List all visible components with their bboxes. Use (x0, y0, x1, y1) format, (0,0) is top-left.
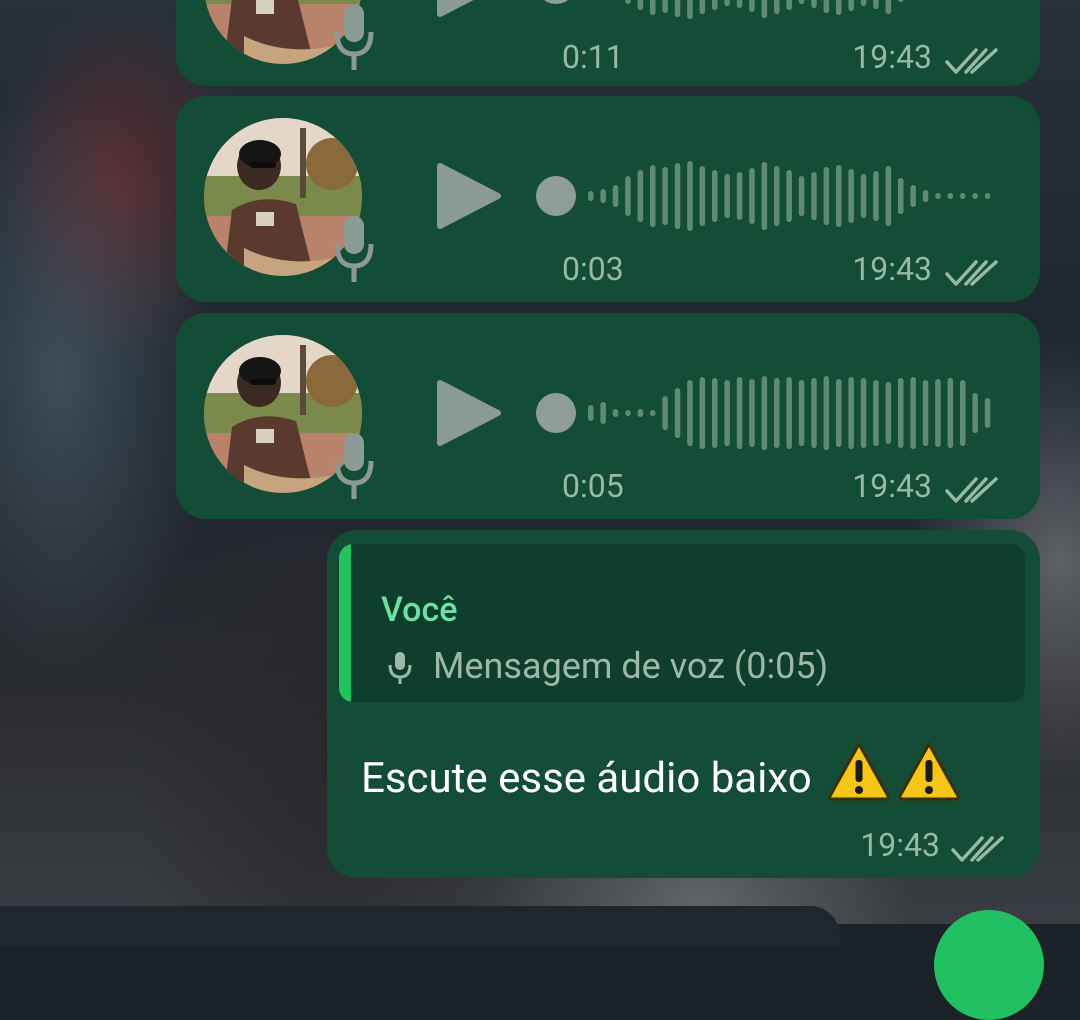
waveform[interactable] (536, 0, 996, 34)
warning-emoji-icon (898, 742, 960, 801)
quote-accent-bar (339, 544, 351, 702)
microphone-icon (388, 652, 412, 684)
voice-message[interactable]: 0:11 19:43 (176, 0, 1040, 86)
message-input-bar[interactable] (0, 906, 840, 946)
reply-message[interactable]: Você Mensagem de voz (0:05) Escute esse … (327, 530, 1040, 878)
waveform[interactable] (536, 146, 996, 246)
play-button[interactable] (434, 160, 504, 232)
double-check-icon (951, 836, 1004, 862)
play-button[interactable] (434, 377, 504, 449)
voice-duration: 0:11 (562, 38, 624, 76)
message-time: 19:43 (852, 38, 932, 76)
message-time: 19:43 (852, 250, 932, 288)
voice-message[interactable]: 0:05 19:43 (176, 313, 1040, 519)
quoted-author: Você (381, 590, 458, 630)
warning-emoji-icon (828, 742, 890, 801)
send-voice-button[interactable] (934, 910, 1044, 1020)
microphone-icon (334, 216, 374, 282)
double-check-icon (945, 477, 998, 503)
message-time: 19:43 (860, 826, 940, 864)
waveform[interactable] (536, 363, 996, 463)
double-check-icon (945, 260, 998, 286)
microphone-icon (334, 433, 374, 499)
message-text: Escute esse áudio baixo (361, 754, 812, 803)
voice-duration: 0:03 (562, 250, 624, 288)
play-button[interactable] (434, 0, 504, 20)
message-body: Escute esse áudio baixo (361, 740, 962, 803)
voice-duration: 0:05 (562, 467, 624, 505)
voice-message[interactable]: 0:03 19:43 (176, 96, 1040, 302)
microphone-icon (334, 4, 374, 70)
double-check-icon (945, 48, 998, 74)
quoted-text: Mensagem de voz (0:05) (433, 645, 829, 687)
quoted-message[interactable]: Você Mensagem de voz (0:05) (339, 544, 1025, 702)
message-time: 19:43 (852, 467, 932, 505)
